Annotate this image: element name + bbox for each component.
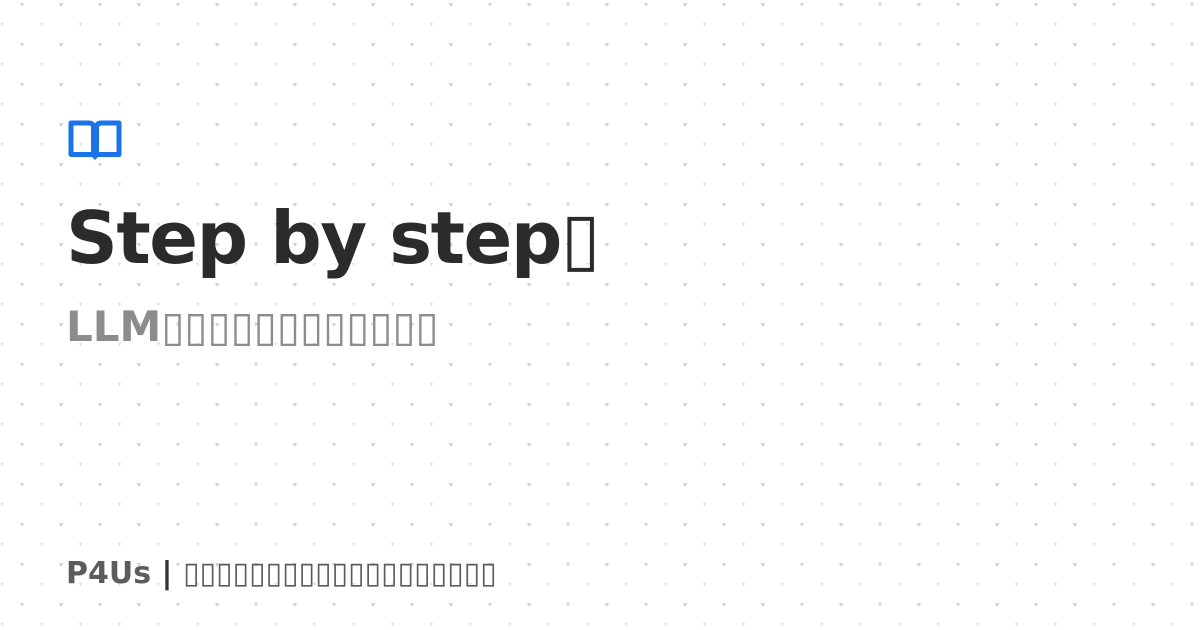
footer-separator: | [151, 556, 183, 591]
footer-site-name: P4Us [66, 556, 152, 591]
card-title: Step by step▯ [66, 196, 601, 280]
footer-tagline: ▯▯▯▯▯▯▯▯▯▯▯▯▯▯▯▯▯▯▯ [182, 556, 497, 591]
footer-credit: P4Us | ▯▯▯▯▯▯▯▯▯▯▯▯▯▯▯▯▯▯▯ [66, 555, 497, 593]
card-subtitle: LLM▯▯▯▯▯▯▯▯▯▯▯▯ [66, 302, 439, 351]
book-open-icon [68, 120, 122, 160]
